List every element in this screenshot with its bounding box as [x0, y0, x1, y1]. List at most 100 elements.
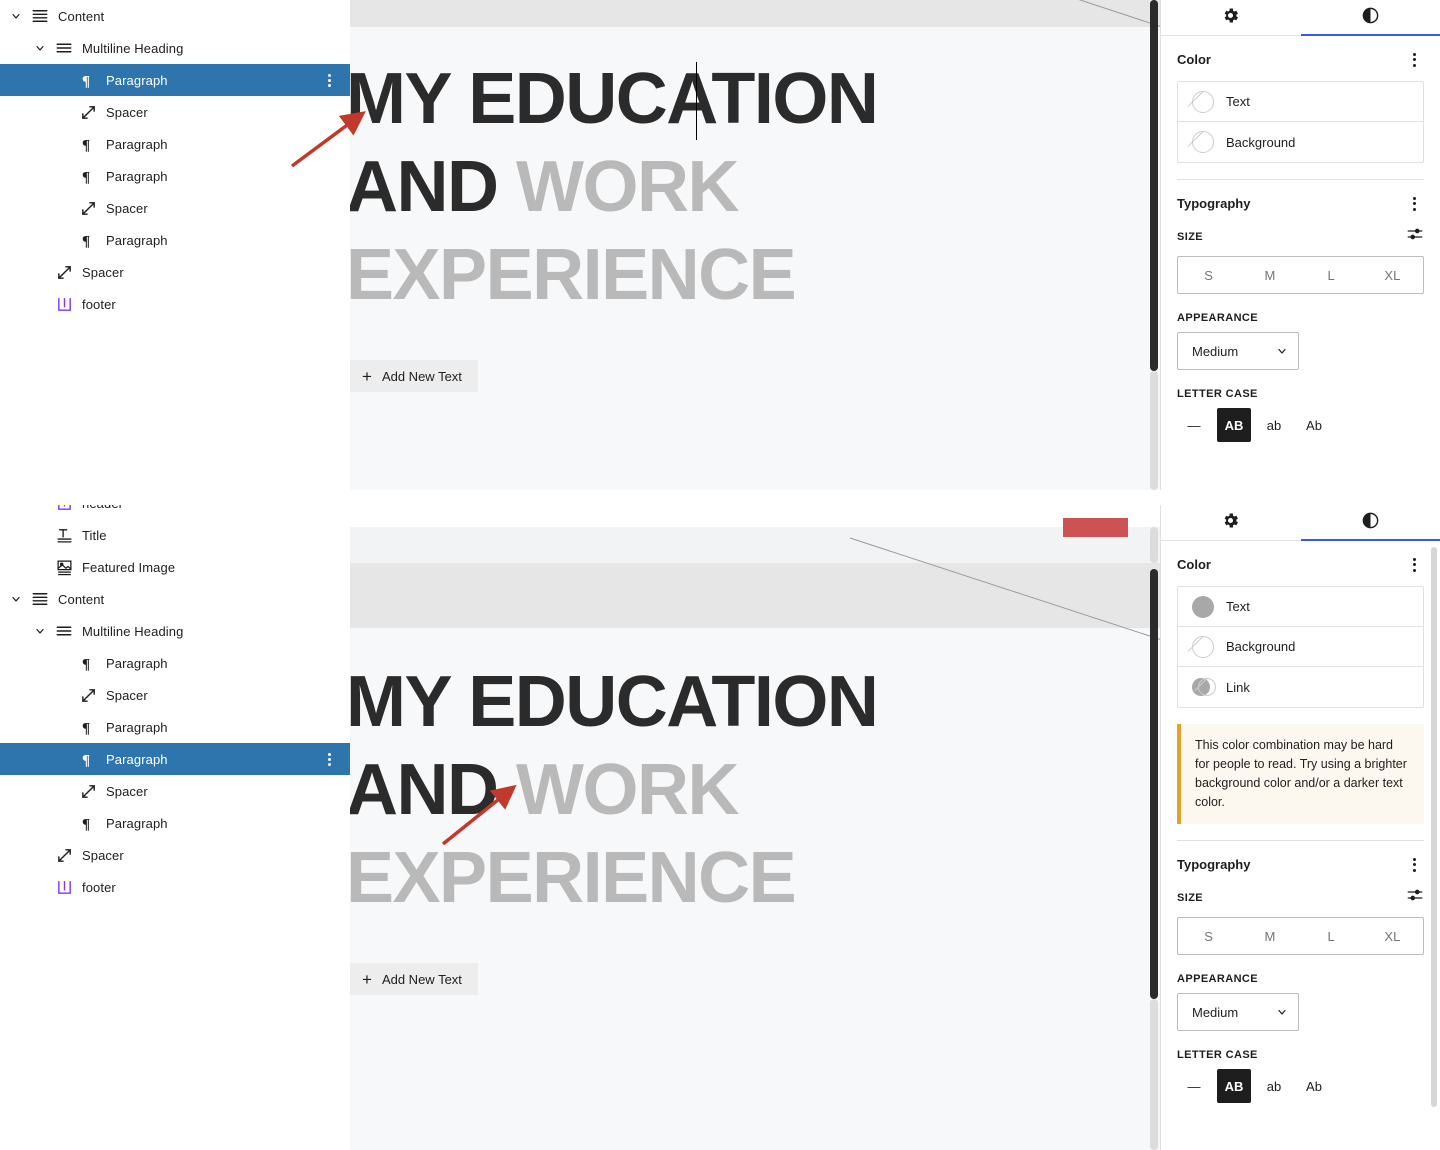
chevron-down-icon[interactable] — [28, 615, 52, 647]
font-size-m-button[interactable]: M — [1239, 257, 1300, 293]
settings-tab[interactable] — [1161, 505, 1301, 540]
appearance-select[interactable]: Medium — [1177, 993, 1299, 1031]
font-size-xl-button[interactable]: XL — [1362, 257, 1423, 293]
list-view-item-spacer[interactable]: Spacer — [0, 775, 350, 807]
typography-options-kebab-icon[interactable] — [1404, 196, 1424, 211]
block-options-kebab-icon[interactable] — [322, 750, 336, 768]
list-view-item-paragraph[interactable]: ¶ Paragraph — [0, 711, 350, 743]
list-view-item-content[interactable]: Content — [0, 0, 350, 32]
color-row-background[interactable]: Background — [1178, 627, 1423, 667]
letter-case-group[interactable]: — AB ab Ab — [1177, 408, 1424, 442]
color-swatch-dual — [1192, 676, 1216, 698]
font-size-l-button[interactable]: L — [1301, 257, 1362, 293]
pilcrow-icon: ¶ — [76, 228, 100, 252]
font-size-xl-button[interactable]: XL — [1362, 918, 1423, 954]
list-view-item-spacer[interactable]: Spacer — [0, 256, 350, 288]
list-view-item-spacer[interactable]: Spacer — [0, 839, 350, 871]
list-view-item-content[interactable]: Content — [0, 583, 350, 615]
list-view-item-label: Content — [58, 591, 105, 607]
pilcrow-icon: ¶ — [76, 651, 100, 675]
typography-section: Typography SIZE S M L XL APPEARANCE Medium … — [1161, 841, 1440, 1103]
add-new-text-button[interactable]: + Add New Text — [350, 963, 478, 995]
appearance-label: APPEARANCE — [1177, 312, 1259, 324]
letter-case-uppercase-button[interactable]: AB — [1217, 1069, 1251, 1103]
color-row-text[interactable]: Text — [1178, 82, 1423, 122]
typography-options-kebab-icon[interactable] — [1404, 857, 1424, 872]
spacer-arrows-icon — [76, 779, 100, 803]
list-view-item-paragraph[interactable]: ¶ Paragraph — [0, 807, 350, 839]
canvas-scrollbar-thumb[interactable] — [1150, 0, 1158, 371]
heading-line-3[interactable]: EXPERIENCE — [350, 231, 797, 319]
size-label: SIZE — [1177, 230, 1204, 243]
add-new-text-button[interactable]: + Add New Text — [350, 360, 478, 392]
font-size-m-button[interactable]: M — [1239, 918, 1300, 954]
list-view-item-title[interactable]: Title — [0, 519, 350, 551]
list-view-item-paragraph[interactable]: ¶ Paragraph — [0, 647, 350, 679]
letter-case-none-button[interactable]: — — [1177, 408, 1211, 442]
appearance-select[interactable]: Medium — [1177, 332, 1299, 370]
sliders-icon[interactable] — [1406, 886, 1424, 909]
list-view-item-spacer[interactable]: Spacer — [0, 192, 350, 224]
list-view-item-footer[interactable]: footer — [0, 288, 350, 320]
list-view-item-label: Featured Image — [82, 559, 176, 575]
heading-line-3[interactable]: EXPERIENCE — [350, 834, 797, 922]
canvas-scrollbar-thumb[interactable] — [1150, 569, 1158, 999]
chevron-down-icon[interactable] — [28, 32, 52, 64]
color-row-background[interactable]: Background — [1178, 122, 1423, 162]
list-view-item-paragraph[interactable]: ¶ Paragraph — [0, 160, 350, 192]
list-view-item-paragraph[interactable]: ¶ Paragraph — [0, 128, 350, 160]
typography-section-title: Typography — [1177, 857, 1251, 872]
heading-line-1[interactable]: MY EDUCATION — [350, 55, 879, 143]
styles-tab[interactable] — [1300, 505, 1440, 541]
sliders-icon[interactable] — [1406, 225, 1424, 248]
block-options-kebab-icon[interactable] — [322, 71, 336, 89]
chevron-down-icon[interactable] — [4, 0, 28, 32]
font-size-s-button[interactable]: S — [1178, 918, 1239, 954]
list-view-item-label: Title — [82, 527, 107, 543]
font-size-toggle-group[interactable]: S M L XL — [1177, 256, 1424, 294]
list-view-item-header[interactable]: header — [0, 505, 350, 519]
list-view-item-label: Multiline Heading — [82, 40, 184, 56]
heading-line-1[interactable]: MY EDUCATION — [350, 658, 879, 746]
settings-tab[interactable] — [1161, 0, 1301, 35]
list-view-item-paragraph[interactable]: ¶ Paragraph — [0, 743, 350, 775]
list-view-item-multiline-heading[interactable]: Multiline Heading — [0, 615, 350, 647]
svg-text:¶: ¶ — [82, 656, 90, 672]
letter-case-lowercase-button[interactable]: ab — [1257, 408, 1291, 442]
color-options-kebab-icon[interactable] — [1404, 52, 1424, 67]
color-row-label: Background — [1226, 134, 1296, 150]
pilcrow-icon: ¶ — [76, 811, 100, 835]
letter-case-capitalize-button[interactable]: Ab — [1297, 1069, 1331, 1103]
font-size-s-button[interactable]: S — [1178, 257, 1239, 293]
letter-case-capitalize-button[interactable]: Ab — [1297, 408, 1331, 442]
letter-case-uppercase-button[interactable]: AB — [1217, 408, 1251, 442]
heading-line-2[interactable]: AND WORK — [350, 746, 739, 834]
letter-case-lowercase-button[interactable]: ab — [1257, 1069, 1291, 1103]
styles-tab[interactable] — [1300, 0, 1440, 36]
canvas-scrollbar-track[interactable] — [1150, 371, 1158, 490]
list-view-item-featured-image[interactable]: Featured Image — [0, 551, 350, 583]
editor-canvas-top[interactable]: MY EDUCATION AND WORK EXPERIENCE + Add N… — [350, 0, 1160, 490]
list-view-item-paragraph[interactable]: ¶ Paragraph — [0, 224, 350, 256]
color-row-link[interactable]: Link — [1178, 667, 1423, 707]
svg-text:¶: ¶ — [82, 752, 90, 768]
heading-text-experience: EXPERIENCE — [350, 235, 797, 315]
editor-canvas-bottom[interactable]: MY EDUCATION AND WORK EXPERIENCE + Add N… — [350, 505, 1160, 1150]
list-view-item-label: Spacer — [106, 200, 148, 216]
color-row-text[interactable]: Text — [1178, 587, 1423, 627]
list-view-item-spacer[interactable]: Spacer — [0, 96, 350, 128]
canvas-scrollbar-track-lower[interactable] — [1150, 999, 1158, 1150]
heading-line-2[interactable]: AND WORK — [350, 143, 739, 231]
list-view-item-paragraph[interactable]: ¶ Paragraph — [0, 64, 350, 96]
canvas-scrollbar-track-upper[interactable] — [1150, 527, 1158, 563]
color-options-kebab-icon[interactable] — [1404, 557, 1424, 572]
list-view-item-multiline-heading[interactable]: Multiline Heading — [0, 32, 350, 64]
letter-case-none-button[interactable]: — — [1177, 1069, 1211, 1103]
list-view-item-footer[interactable]: footer — [0, 871, 350, 903]
letter-case-group[interactable]: — AB ab Ab — [1177, 1069, 1424, 1103]
font-size-l-button[interactable]: L — [1301, 918, 1362, 954]
inspector-scrollbar[interactable] — [1431, 547, 1437, 1107]
list-view-item-spacer[interactable]: Spacer — [0, 679, 350, 711]
font-size-toggle-group[interactable]: S M L XL — [1177, 917, 1424, 955]
chevron-down-icon[interactable] — [4, 583, 28, 615]
